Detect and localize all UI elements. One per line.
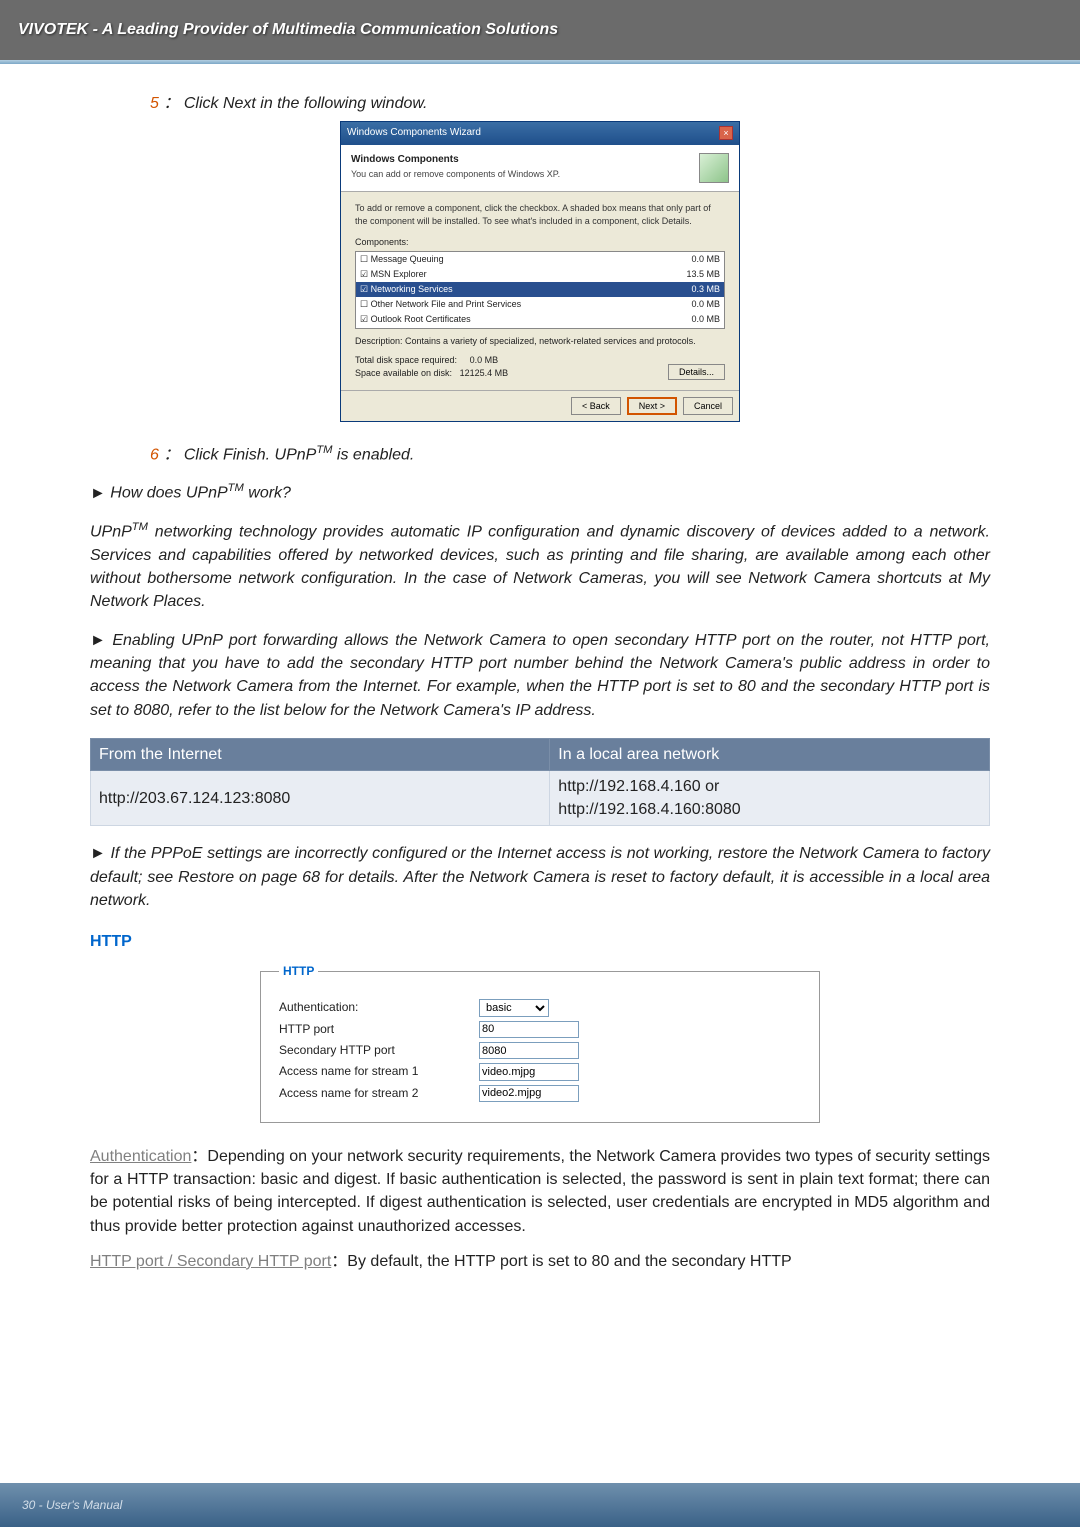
step-6: 6 ： Click Finish. UPnPTM is enabled. [150, 442, 990, 467]
tm-mark: TM [316, 444, 332, 456]
wiz-head-bold: Windows Components [351, 153, 560, 168]
how-does-upnp-work: How does UPnPTM work? [90, 480, 990, 505]
http-port-label: HTTP port [279, 1021, 479, 1038]
http-section-title: HTTP [90, 930, 990, 953]
step-6-num: 6 [150, 446, 159, 463]
stream1-input[interactable] [479, 1063, 579, 1080]
details-button[interactable]: Details... [668, 364, 725, 380]
windows-logo-icon [699, 153, 729, 183]
authentication-paragraph: Authentication：Depending on your network… [90, 1145, 990, 1238]
http-port-paragraph: HTTP port / Secondary HTTP port：By defau… [90, 1250, 990, 1273]
components-label: Components: [355, 236, 725, 249]
upnp-description: UPnPTM networking technology provides au… [90, 519, 990, 613]
secondary-port-label: Secondary HTTP port [279, 1042, 479, 1059]
step-sep: ： [163, 446, 179, 463]
step-5: 5 ： Click Next in the following window. [150, 92, 990, 115]
close-icon[interactable]: × [719, 126, 733, 140]
address-table: From the Internet In a local area networ… [90, 738, 990, 827]
table-header-lan: In a local area network [550, 738, 990, 770]
table-cell-lan: http://192.168.4.160 or http://192.168.4… [550, 771, 990, 826]
footer-text: 30 - User's Manual [22, 1498, 122, 1512]
wiz-desc: Description: Contains a variety of speci… [355, 335, 725, 348]
stream2-input[interactable] [479, 1085, 579, 1102]
content: 5 ： Click Next in the following window. … [0, 64, 1080, 1273]
auth-label: Authentication: [279, 999, 479, 1017]
step-sep: ： [163, 95, 179, 112]
step-5-num: 5 [150, 95, 159, 112]
wizard-screenshot: Windows Components Wizard × Windows Comp… [90, 121, 990, 422]
table-header-internet: From the Internet [91, 738, 550, 770]
cancel-button[interactable]: Cancel [683, 397, 733, 415]
step-6-text-a: Click Finish. UPnP [184, 446, 316, 463]
auth-underline-label: Authentication [90, 1148, 191, 1165]
table-cell-internet: http://203.67.124.123:8080 [91, 771, 550, 826]
port-forwarding-note: ► Enabling UPnP port forwarding allows t… [90, 629, 990, 722]
step-6-text-b: is enabled. [332, 446, 414, 463]
pppoe-note: ► If the PPPoE settings are incorrectly … [90, 842, 990, 912]
brand-text: VIVOTEK - A Leading Provider of Multimed… [18, 21, 558, 39]
back-button[interactable]: < Back [571, 397, 621, 415]
http-legend: HTTP [279, 963, 318, 980]
components-list[interactable]: ☐ Message Queuing0.0 MB ☑ MSN Explorer13… [355, 251, 725, 329]
step-5-text: Click Next in the following window. [184, 95, 428, 112]
auth-select[interactable]: basic [479, 999, 549, 1017]
secondary-port-input[interactable] [479, 1042, 579, 1059]
wiz-instr: To add or remove a component, click the … [355, 202, 725, 228]
wizard-title: Windows Components Wizard [347, 126, 481, 141]
list-item[interactable]: Message Queuing [371, 254, 444, 264]
page-header: VIVOTEK - A Leading Provider of Multimed… [0, 0, 1080, 60]
list-item[interactable]: Other Network File and Print Services [371, 299, 522, 309]
port-underline-label: HTTP port / Secondary HTTP port [90, 1253, 331, 1270]
stream1-label: Access name for stream 1 [279, 1063, 479, 1080]
list-item[interactable]: Outlook Root Certificates [371, 314, 471, 324]
http-settings-screenshot: HTTP Authentication: basic HTTP port Sec… [90, 963, 990, 1123]
list-item[interactable]: Networking Services [371, 284, 453, 294]
wiz-head-sub: You can add or remove components of Wind… [351, 169, 560, 179]
page-footer: 30 - User's Manual [0, 1483, 1080, 1527]
stream2-label: Access name for stream 2 [279, 1085, 479, 1102]
next-button[interactable]: Next > [627, 397, 677, 415]
list-item[interactable]: MSN Explorer [371, 269, 427, 279]
http-port-input[interactable] [479, 1021, 579, 1038]
